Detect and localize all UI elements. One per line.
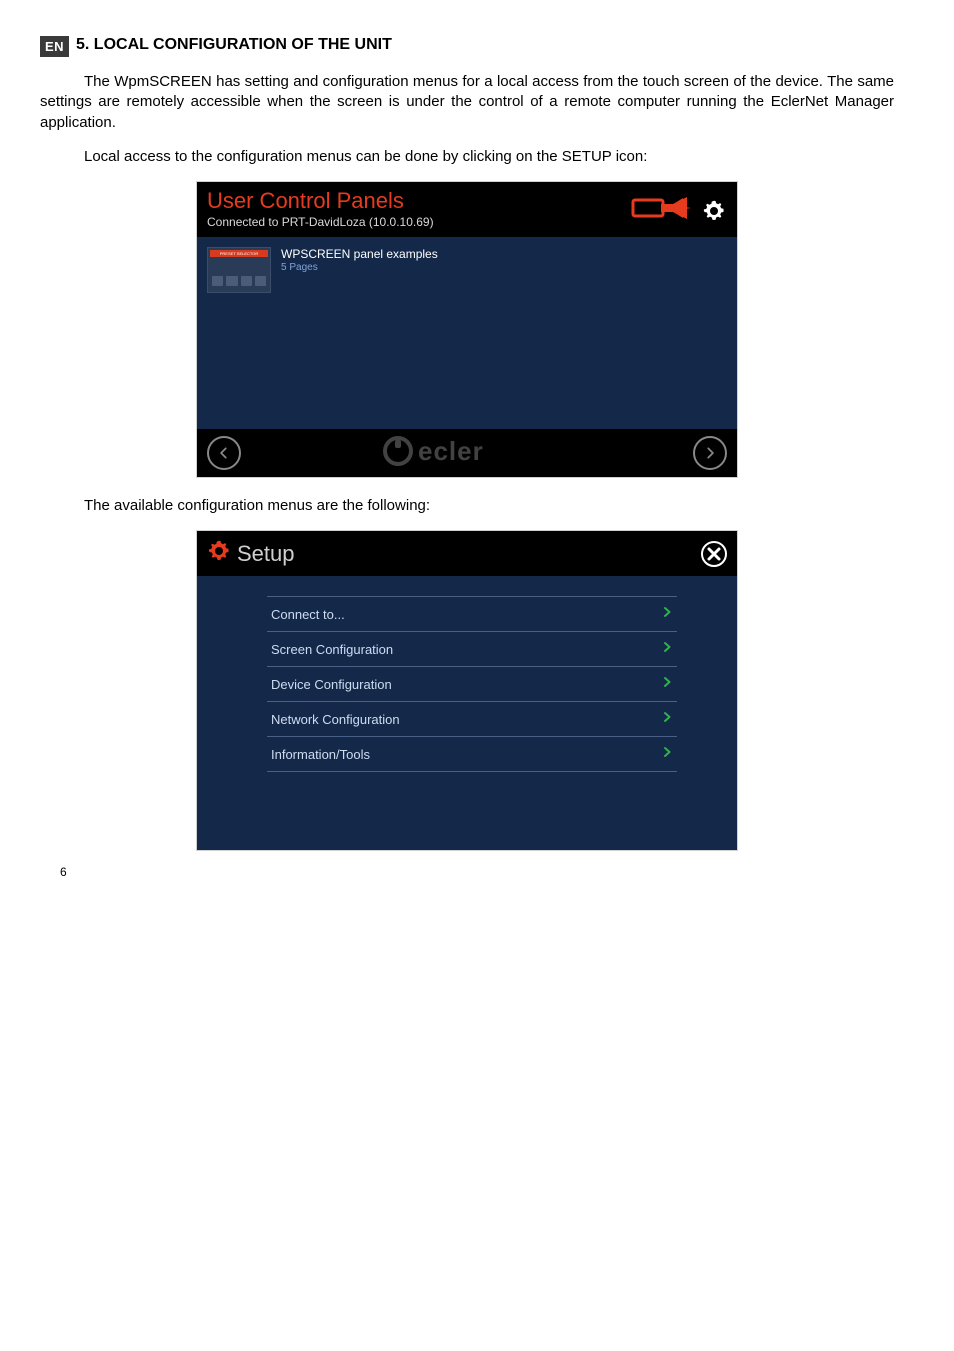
menu-item-screen-configuration[interactable]: Screen Configuration — [267, 632, 677, 667]
ucp-header: User Control Panels Connected to PRT-Dav… — [197, 182, 737, 237]
panel-card[interactable]: PRESET SELECTOR WPSCREEN panel examples … — [207, 247, 457, 293]
menu-item-label: Screen Configuration — [271, 642, 393, 657]
nav-prev-button[interactable] — [207, 436, 241, 470]
panel-thumb-label: PRESET SELECTOR — [210, 250, 268, 257]
panel-card-title: WPSCREEN panel examples — [281, 247, 438, 261]
paragraph-3: The available configuration menus are th… — [40, 496, 894, 516]
chevron-right-icon — [661, 745, 673, 763]
language-badge: EN — [40, 36, 69, 57]
menu-item-label: Network Configuration — [271, 712, 400, 727]
setup-screenshot: Setup Connect to... Screen Confi — [196, 530, 738, 851]
setup-gear-icon — [207, 539, 231, 568]
menu-item-information-tools[interactable]: Information/Tools — [267, 737, 677, 772]
menu-item-label: Device Configuration — [271, 677, 392, 692]
nav-next-button[interactable] — [693, 436, 727, 470]
setup-menu-list: Connect to... Screen Configuration Devic… — [267, 596, 677, 772]
setup-gear-button[interactable] — [701, 198, 727, 224]
menu-item-label: Connect to... — [271, 607, 345, 622]
page-number: 6 — [60, 865, 67, 879]
menu-item-label: Information/Tools — [271, 747, 370, 762]
chevron-right-icon — [661, 640, 673, 658]
chevron-right-icon — [661, 605, 673, 623]
paragraph-1: The WpmSCREEN has setting and configurat… — [40, 72, 894, 133]
paragraph-2: Local access to the configuration menus … — [40, 147, 894, 167]
ecler-logo: ecler — [241, 435, 693, 472]
chevron-right-icon — [661, 710, 673, 728]
user-control-panels-screenshot: User Control Panels Connected to PRT-Dav… — [196, 181, 738, 478]
menu-item-device-configuration[interactable]: Device Configuration — [267, 667, 677, 702]
close-button[interactable] — [701, 541, 727, 567]
panel-thumbnail: PRESET SELECTOR — [207, 247, 271, 293]
ucp-title: User Control Panels — [207, 188, 434, 214]
menu-item-connect-to[interactable]: Connect to... — [267, 597, 677, 632]
svg-text:ecler: ecler — [418, 436, 484, 466]
setup-title: Setup — [237, 541, 295, 567]
menu-item-network-configuration[interactable]: Network Configuration — [267, 702, 677, 737]
panel-card-subtitle: 5 Pages — [281, 262, 438, 273]
setup-body: Connect to... Screen Configuration Devic… — [197, 576, 737, 850]
section-heading: 5. LOCAL CONFIGURATION OF THE UNIT — [76, 36, 894, 54]
callout-arrow-icon — [631, 194, 695, 227]
ucp-subtitle: Connected to PRT-DavidLoza (10.0.10.69) — [207, 215, 434, 229]
ucp-footer: ecler — [197, 429, 737, 477]
ucp-body: PRESET SELECTOR WPSCREEN panel examples … — [197, 237, 737, 429]
chevron-right-icon — [661, 675, 673, 693]
setup-header: Setup — [197, 531, 737, 576]
